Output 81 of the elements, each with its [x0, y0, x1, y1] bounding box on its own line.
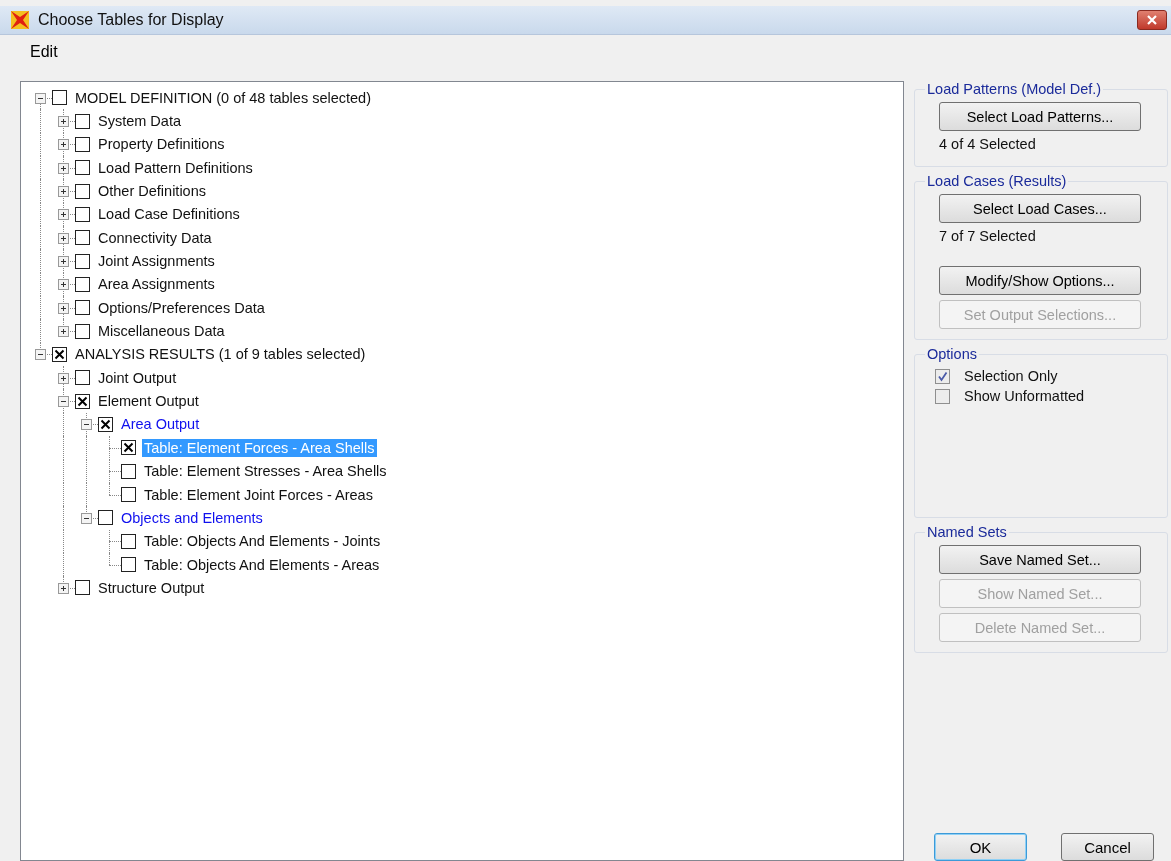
tree-item[interactable]: Objects and Elements — [119, 508, 265, 527]
menu-item[interactable]: Edit — [20, 41, 68, 63]
checkbox[interactable] — [75, 580, 90, 596]
collapse-icon[interactable] — [35, 349, 46, 361]
tree-item[interactable]: MODEL DEFINITION (0 of 48 tables selected) — [73, 88, 373, 107]
tree-item[interactable]: Table: Element Stresses - Area Shells — [142, 462, 389, 481]
tree-item[interactable]: Miscellaneous Data — [96, 322, 227, 341]
expand-icon[interactable] — [58, 139, 69, 151]
action-button[interactable]: Select Load Patterns... — [939, 102, 1141, 131]
action-button[interactable]: Save Named Set... — [939, 545, 1141, 574]
checkbox[interactable] — [75, 323, 90, 339]
checkbox[interactable] — [121, 533, 136, 549]
tree-item[interactable]: Area Output — [119, 415, 202, 434]
tree-item[interactable]: Property Definitions — [96, 135, 227, 154]
checkbox-label: Selection Only — [964, 368, 1058, 384]
checkbox[interactable] — [75, 276, 90, 292]
close-icon — [1146, 14, 1158, 26]
checkbox[interactable] — [75, 113, 90, 129]
expand-icon[interactable] — [58, 116, 69, 127]
tree-item[interactable]: Options/Preferences Data — [96, 298, 267, 317]
checkbox[interactable] — [75, 253, 90, 269]
checkbox[interactable] — [52, 90, 67, 106]
checkbox[interactable] — [75, 370, 90, 386]
group-title: Options — [926, 346, 978, 362]
expand-icon[interactable] — [58, 232, 69, 244]
checkbox[interactable] — [75, 206, 90, 222]
tree-item[interactable]: ANALYSIS RESULTS (1 of 9 tables selected) — [73, 345, 368, 364]
selection-count: 4 of 4 Selected — [939, 136, 1036, 152]
collapse-icon[interactable] — [81, 512, 92, 524]
checkbox[interactable] — [935, 368, 950, 384]
tree-item[interactable]: Table: Objects And Elements - Joints — [142, 532, 383, 551]
dialog-button[interactable]: Cancel — [1061, 833, 1154, 861]
group-title: Load Cases (Results) — [926, 173, 1068, 189]
expand-icon[interactable] — [58, 209, 69, 221]
tree-item[interactable]: Structure Output — [96, 578, 207, 597]
expand-icon[interactable] — [58, 279, 69, 291]
action-button[interactable]: Select Load Cases... — [939, 194, 1141, 223]
dialog-button[interactable]: OK — [934, 833, 1027, 861]
window-title: Choose Tables for Display — [38, 11, 225, 29]
checkbox[interactable] — [75, 160, 90, 176]
tree-item[interactable]: Other Definitions — [96, 182, 208, 201]
checkbox[interactable] — [75, 230, 90, 246]
tree-item[interactable]: Load Pattern Definitions — [96, 158, 255, 177]
tree-item[interactable]: Joint Assignments — [96, 252, 217, 271]
checkbox[interactable] — [75, 393, 90, 409]
collapse-icon[interactable] — [58, 396, 69, 408]
checkbox[interactable] — [75, 300, 90, 316]
tree-item[interactable]: Load Case Definitions — [96, 205, 242, 224]
checkbox[interactable] — [121, 440, 136, 456]
tree-item[interactable]: Joint Output — [96, 368, 179, 387]
checkbox[interactable] — [121, 463, 136, 479]
checkbox[interactable] — [935, 388, 950, 404]
collapse-icon[interactable] — [81, 419, 92, 431]
action-button[interactable]: Modify/Show Options... — [939, 266, 1141, 295]
expand-icon[interactable] — [58, 162, 69, 174]
checkbox[interactable] — [75, 183, 90, 199]
expand-icon[interactable] — [58, 256, 69, 268]
selection-count: 7 of 7 Selected — [939, 228, 1036, 244]
tree-item[interactable]: System Data — [96, 112, 183, 130]
tree-item[interactable]: Element Output — [96, 392, 201, 411]
tree-item[interactable]: Area Assignments — [96, 275, 217, 294]
tree-item[interactable]: Connectivity Data — [96, 228, 214, 247]
collapse-icon[interactable] — [35, 92, 46, 104]
expand-icon[interactable] — [58, 302, 69, 314]
checkbox[interactable] — [121, 557, 136, 573]
group-title: Named Sets — [926, 524, 1008, 540]
app-icon — [10, 10, 30, 30]
checkbox[interactable] — [121, 487, 136, 502]
tree-item[interactable]: Table: Objects And Elements - Areas — [142, 555, 382, 574]
expand-icon[interactable] — [58, 372, 69, 384]
checkbox[interactable] — [52, 346, 67, 362]
tree-item[interactable]: Table: Element Joint Forces - Areas — [142, 485, 375, 504]
expand-icon[interactable] — [58, 186, 69, 198]
checkbox[interactable] — [75, 136, 90, 152]
checkbox[interactable] — [98, 417, 113, 432]
checkbox-label: Show Unformatted — [964, 388, 1085, 404]
expand-icon[interactable] — [58, 582, 69, 594]
checkbox[interactable] — [98, 510, 113, 526]
close-button[interactable] — [1137, 10, 1167, 30]
group-title: Load Patterns (Model Def.) — [926, 81, 1103, 97]
expand-icon[interactable] — [58, 326, 69, 338]
